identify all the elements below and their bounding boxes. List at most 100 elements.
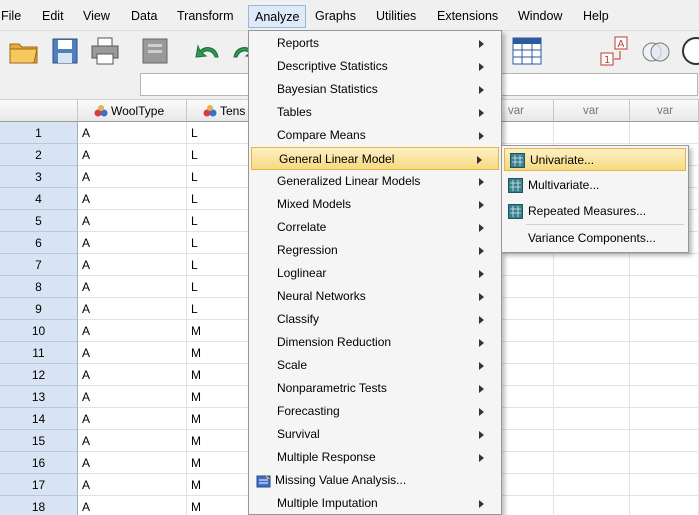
row-number[interactable]: 9: [0, 298, 78, 320]
menu-item-compare-means[interactable]: Compare Means: [250, 124, 500, 147]
cell-tens[interactable]: L: [187, 122, 249, 144]
submenu-item-univariate[interactable]: Univariate...: [504, 148, 686, 171]
row-number[interactable]: 18: [0, 496, 78, 515]
menu-item-survival[interactable]: Survival: [250, 423, 500, 446]
cell-wooltype[interactable]: A: [78, 254, 187, 276]
menu-graphs[interactable]: Graphs: [314, 8, 357, 24]
cell-wooltype[interactable]: A: [78, 386, 187, 408]
cell-empty[interactable]: [502, 276, 554, 298]
menu-item-multiple-response[interactable]: Multiple Response: [250, 446, 500, 469]
row-number[interactable]: 6: [0, 232, 78, 254]
cell-empty[interactable]: [554, 342, 630, 364]
menu-data[interactable]: Data: [130, 8, 158, 24]
cell-tens[interactable]: M: [187, 452, 249, 474]
cell-empty[interactable]: [502, 320, 554, 342]
column-header-tens[interactable]: Tens: [187, 100, 249, 122]
cell-tens[interactable]: M: [187, 408, 249, 430]
cell-wooltype[interactable]: A: [78, 144, 187, 166]
cell-empty[interactable]: [502, 474, 554, 496]
menu-analyze[interactable]: Analyze: [248, 5, 307, 28]
cell-tens[interactable]: M: [187, 386, 249, 408]
cell-tens[interactable]: L: [187, 254, 249, 276]
cell-tens[interactable]: L: [187, 144, 249, 166]
cell-wooltype[interactable]: A: [78, 430, 187, 452]
cell-empty[interactable]: [554, 408, 630, 430]
menu-window[interactable]: Window: [517, 8, 563, 24]
menu-item-dimension-reduction[interactable]: Dimension Reduction: [250, 331, 500, 354]
menu-item-regression[interactable]: Regression: [250, 239, 500, 262]
column-header-wooltype[interactable]: WoolType: [78, 100, 187, 122]
row-number[interactable]: 5: [0, 210, 78, 232]
menu-item-neural-networks[interactable]: Neural Networks: [250, 285, 500, 308]
cell-empty[interactable]: [630, 496, 699, 515]
row-number[interactable]: 13: [0, 386, 78, 408]
cell-empty[interactable]: [502, 386, 554, 408]
menu-edit[interactable]: Edit: [41, 8, 65, 24]
submenu-item-multivariate[interactable]: Multivariate...: [503, 174, 687, 197]
cell-tens[interactable]: M: [187, 430, 249, 452]
submenu-item-variance-components[interactable]: Variance Components...: [503, 227, 687, 250]
cell-empty[interactable]: [554, 386, 630, 408]
row-number[interactable]: 14: [0, 408, 78, 430]
row-number[interactable]: 16: [0, 452, 78, 474]
cell-empty[interactable]: [502, 122, 554, 144]
column-header-var[interactable]: var: [630, 100, 699, 122]
cell-wooltype[interactable]: A: [78, 298, 187, 320]
cell-wooltype[interactable]: A: [78, 452, 187, 474]
cell-empty[interactable]: [554, 276, 630, 298]
cell-empty[interactable]: [502, 342, 554, 364]
row-number[interactable]: 10: [0, 320, 78, 342]
menu-item-classify[interactable]: Classify: [250, 308, 500, 331]
row-number[interactable]: 2: [0, 144, 78, 166]
cell-empty[interactable]: [630, 254, 699, 276]
cell-empty[interactable]: [502, 408, 554, 430]
cell-wooltype[interactable]: A: [78, 496, 187, 515]
cell-wooltype[interactable]: A: [78, 122, 187, 144]
menu-item-correlate[interactable]: Correlate: [250, 216, 500, 239]
column-header-var[interactable]: var: [502, 100, 554, 122]
column-header-var[interactable]: var: [554, 100, 630, 122]
cell-wooltype[interactable]: A: [78, 364, 187, 386]
cell-empty[interactable]: [502, 430, 554, 452]
menu-item-missing-value-analysis[interactable]: Missing Value Analysis...: [250, 469, 500, 492]
cell-empty[interactable]: [630, 122, 699, 144]
menu-transform[interactable]: Transform: [176, 8, 235, 24]
submenu-item-repeated-measures[interactable]: Repeated Measures...: [503, 200, 687, 223]
print-icon[interactable]: [89, 35, 121, 67]
menu-utilities[interactable]: Utilities: [375, 8, 417, 24]
menu-item-tables[interactable]: Tables: [250, 101, 500, 124]
cell-empty[interactable]: [630, 298, 699, 320]
undo-icon[interactable]: [192, 35, 224, 67]
cell-tens[interactable]: L: [187, 276, 249, 298]
menu-item-general-linear-model[interactable]: General Linear Model: [251, 147, 499, 170]
cell-tens[interactable]: L: [187, 210, 249, 232]
cell-empty[interactable]: [502, 254, 554, 276]
row-number[interactable]: 11: [0, 342, 78, 364]
cell-tens[interactable]: L: [187, 188, 249, 210]
cell-empty[interactable]: [630, 452, 699, 474]
cell-empty[interactable]: [554, 452, 630, 474]
cell-tens[interactable]: M: [187, 496, 249, 515]
cell-empty[interactable]: [554, 474, 630, 496]
cell-wooltype[interactable]: A: [78, 210, 187, 232]
cell-tens[interactable]: L: [187, 298, 249, 320]
cell-wooltype[interactable]: A: [78, 276, 187, 298]
menu-view[interactable]: View: [82, 8, 111, 24]
data-grid-icon[interactable]: [511, 35, 543, 67]
cell-tens[interactable]: L: [187, 232, 249, 254]
open-folder-icon[interactable]: [8, 35, 40, 67]
cell-wooltype[interactable]: A: [78, 408, 187, 430]
cell-tens[interactable]: L: [187, 166, 249, 188]
dialog-recall-icon[interactable]: [140, 35, 172, 67]
menu-item-forecasting[interactable]: Forecasting: [250, 400, 500, 423]
cell-empty[interactable]: [554, 320, 630, 342]
cell-wooltype[interactable]: A: [78, 342, 187, 364]
cell-wooltype[interactable]: A: [78, 166, 187, 188]
save-icon[interactable]: [49, 35, 81, 67]
cell-empty[interactable]: [630, 342, 699, 364]
cell-empty[interactable]: [502, 364, 554, 386]
cell-empty[interactable]: [630, 408, 699, 430]
cell-empty[interactable]: [502, 298, 554, 320]
cell-empty[interactable]: [554, 254, 630, 276]
row-number[interactable]: 15: [0, 430, 78, 452]
